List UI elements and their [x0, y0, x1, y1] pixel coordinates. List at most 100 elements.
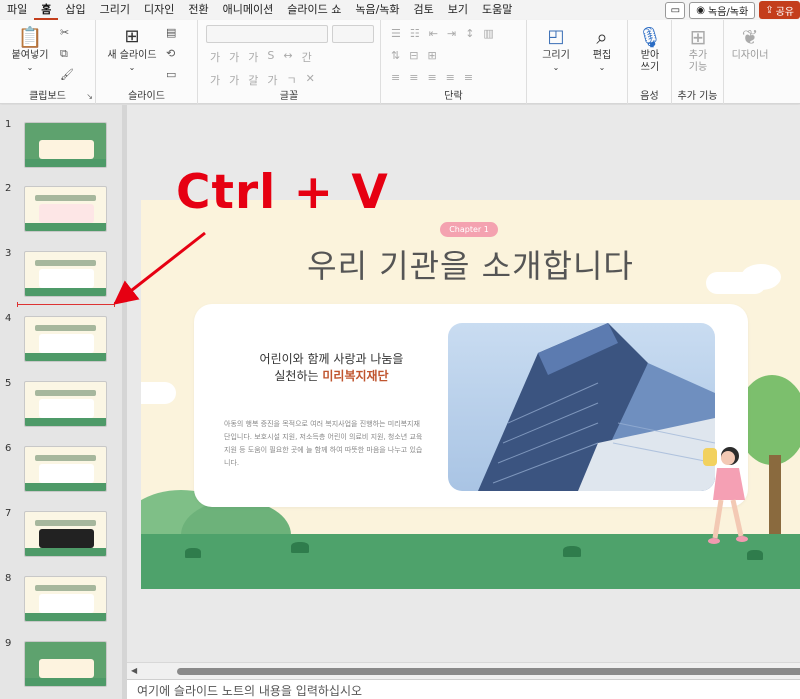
- smartart-icon[interactable]: ⊞: [427, 49, 436, 62]
- addins-button[interactable]: ⊞ 추가 기능: [676, 24, 720, 74]
- font-format-row-2: 가 가 갈 가 ㄱ ✕: [210, 72, 315, 88]
- font-size-down-icon[interactable]: 가: [229, 49, 239, 65]
- slide-number: 2: [5, 183, 12, 194]
- slide-thumbnail-7[interactable]: [24, 511, 107, 557]
- new-slide-button[interactable]: ⊞ 새 슬라이드 ⌄: [102, 24, 162, 74]
- align-right-icon[interactable]: ≡: [427, 71, 436, 84]
- copy-icon[interactable]: ⧉: [60, 47, 68, 61]
- scroll-left-icon[interactable]: ◀: [131, 666, 137, 675]
- tab-insert[interactable]: 삽입: [58, 0, 92, 20]
- cut-icon[interactable]: ✂: [60, 26, 69, 39]
- clear-format-icon[interactable]: ✕: [306, 72, 315, 88]
- paste-button[interactable]: 📋 붙여넣기 ⌄: [8, 24, 52, 74]
- align-left-icon[interactable]: ≡: [391, 71, 400, 84]
- slide-number: 6: [5, 443, 12, 454]
- paste-insertion-marker: [17, 302, 115, 307]
- paste-label: 붙여넣기: [11, 50, 49, 61]
- edit-label: 편집: [592, 50, 612, 61]
- slide-thumbnail-8[interactable]: [24, 576, 107, 622]
- share-button[interactable]: ⇪ 공유: [759, 1, 800, 19]
- slide-title[interactable]: 우리 기관을 소개합니다: [221, 241, 720, 287]
- clipboard-group: 📋 붙여넣기 ⌄ ✂ ⧉ 🖌 클립보드 ↘: [0, 20, 96, 104]
- highlight-icon[interactable]: 가: [267, 72, 277, 88]
- tab-view[interactable]: 보기: [441, 0, 475, 20]
- edit-button[interactable]: ⌕ 편집 ⌄: [581, 24, 623, 74]
- new-slide-label: 새 슬라이드: [107, 50, 157, 61]
- font-size-dropdown[interactable]: [332, 25, 374, 43]
- designer-group: ❦ 디자이너: [724, 20, 776, 104]
- dictate-button[interactable]: 🎙 받아 쓰기: [630, 24, 670, 74]
- font-name-dropdown[interactable]: [206, 25, 328, 43]
- strikethrough-icon[interactable]: S: [267, 49, 274, 65]
- format-painter-icon[interactable]: 🖌: [60, 68, 74, 81]
- change-case-icon[interactable]: 간: [302, 49, 312, 65]
- tab-slideshow[interactable]: 슬라이드 쇼: [280, 0, 348, 20]
- numbering-icon[interactable]: ☷: [410, 27, 420, 40]
- slide-thumbnail-4[interactable]: [24, 316, 107, 362]
- slide-number: 9: [5, 638, 12, 649]
- reset-icon[interactable]: ⟲: [166, 47, 175, 60]
- tab-design[interactable]: 디자인: [137, 0, 181, 20]
- slide-thumbnail-3[interactable]: [24, 251, 107, 297]
- distribute-icon[interactable]: ≡: [464, 71, 473, 84]
- decrease-indent-icon[interactable]: ⇤: [429, 27, 438, 40]
- building-illustration: [478, 323, 715, 491]
- font-group: 가 가 가 S ↔ 간 가 가 갈 가 ㄱ ✕ 글꼴: [198, 20, 381, 104]
- line-spacing-icon[interactable]: ↕: [465, 27, 474, 40]
- slide-thumbnail-9[interactable]: [24, 641, 107, 687]
- record-icon: ◉: [696, 4, 706, 16]
- tab-review[interactable]: 검토: [407, 0, 441, 20]
- slide-thumbnail-1[interactable]: [24, 122, 107, 168]
- font-size-up-icon[interactable]: 가: [210, 49, 220, 65]
- draw-button[interactable]: ◰ 그리기 ⌄: [535, 24, 577, 74]
- edit-dropdown-icon: ⌄: [598, 63, 606, 72]
- paste-dropdown-icon: ⌄: [26, 63, 34, 72]
- align-center-icon[interactable]: ≡: [409, 71, 418, 84]
- comments-button[interactable]: ▭: [665, 1, 686, 19]
- section-icon[interactable]: ▭: [166, 68, 176, 81]
- building-photo[interactable]: [448, 323, 715, 491]
- tab-record[interactable]: 녹음/녹화: [348, 0, 406, 20]
- slide-thumbnails-pane[interactable]: 1 2 3 4 5 6 7 8 9: [0, 105, 122, 699]
- draw-label: 그리기: [542, 50, 570, 61]
- card-heading[interactable]: 어린이와 함께 사랑과 나눔을 실천하는 미리복지재단: [214, 351, 449, 385]
- bold-icon[interactable]: 가: [210, 72, 220, 88]
- search-icon: ⌕: [596, 25, 608, 49]
- addins-group: ⊞ 추가 기능 추가 기능: [672, 20, 724, 104]
- increase-indent-icon[interactable]: ⇥: [447, 27, 456, 40]
- slide-thumbnail-6[interactable]: [24, 446, 107, 492]
- content-card[interactable]: 어린이와 함께 사랑과 나눔을 실천하는 미리복지재단 아동의 행복 증진을 목…: [194, 304, 748, 507]
- italic-icon[interactable]: 가: [229, 72, 239, 88]
- slide-thumbnail-2[interactable]: [24, 186, 107, 232]
- designer-button[interactable]: ❦ 디자이너: [726, 24, 774, 62]
- slide-thumbnail-5[interactable]: [24, 381, 107, 427]
- layout-icon[interactable]: ▤: [166, 26, 176, 39]
- cloud-decoration: [741, 264, 781, 290]
- paragraph-group: ☰ ☷ ⇤ ⇥ ↕ ▥ ⇅ ⊟ ⊞ ≡ ≡ ≡ ≡ ≡ 단락: [381, 20, 527, 104]
- horizontal-scrollbar[interactable]: ◀: [127, 662, 800, 679]
- tab-help[interactable]: 도움말: [475, 0, 519, 20]
- font-color-icon[interactable]: 갈: [248, 72, 258, 88]
- clipboard-group-label: 클립보드: [29, 91, 66, 102]
- bullets-icon[interactable]: ☰: [391, 27, 401, 40]
- tab-animations[interactable]: 애니메이션: [216, 0, 281, 20]
- addins-group-label: 추가 기능: [677, 91, 718, 102]
- scrollbar-thumb[interactable]: [177, 668, 800, 675]
- columns-icon[interactable]: ▥: [483, 27, 493, 40]
- underline-icon[interactable]: 가: [248, 49, 258, 65]
- align-text-icon[interactable]: ⊟: [409, 49, 418, 62]
- shadow-icon[interactable]: ㄱ: [287, 72, 297, 88]
- tab-draw[interactable]: 그리기: [93, 0, 137, 20]
- justify-icon[interactable]: ≡: [446, 71, 455, 84]
- record-button[interactable]: ◉ 녹음/녹화: [689, 1, 756, 19]
- card-body-text[interactable]: 아동의 행복 증진을 목적으로 여러 복지사업을 진행하는 미리복지재단입니다.…: [224, 418, 424, 470]
- char-spacing-icon[interactable]: ↔: [283, 49, 292, 65]
- slide-notes-input[interactable]: 여기에 슬라이드 노트의 내용을 입력하십시오: [127, 679, 800, 699]
- current-slide[interactable]: Chapter 1 우리 기관을 소개합니다 어린이와 함께 사랑과 나눔을 실…: [141, 200, 800, 589]
- tab-home[interactable]: 홈: [34, 0, 59, 20]
- clipboard-launcher-icon[interactable]: ↘: [86, 92, 93, 101]
- text-direction-icon[interactable]: ⇅: [391, 49, 400, 62]
- menu-right-controls: ▭ ◉ 녹음/녹화 ⇪ 공유: [665, 0, 800, 20]
- tab-transitions[interactable]: 전환: [181, 0, 215, 20]
- tab-file[interactable]: 파일: [0, 0, 34, 20]
